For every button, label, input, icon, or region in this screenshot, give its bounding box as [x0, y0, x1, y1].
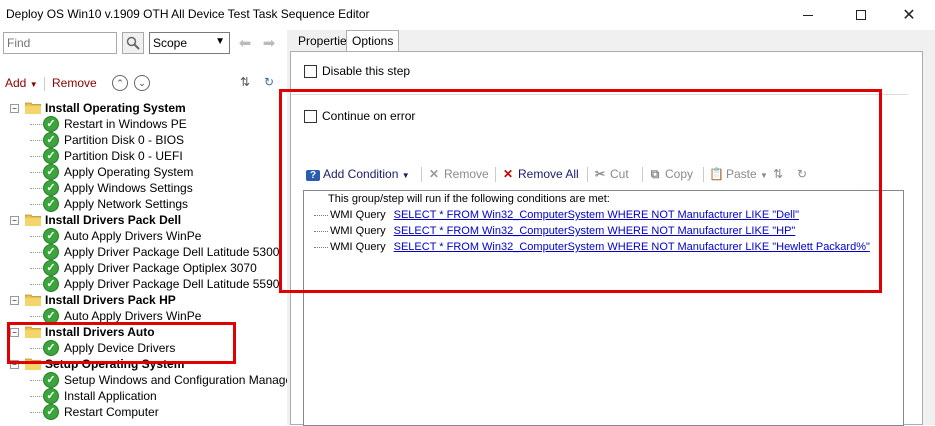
- tree-step[interactable]: ✓ Apply Driver Package Dell Latitude 5300: [0, 244, 287, 260]
- check-icon: ✓: [43, 404, 59, 420]
- check-icon: ✓: [43, 228, 59, 244]
- tree-step-label: Apply Network Settings: [64, 197, 189, 211]
- tree-connector: [30, 204, 42, 205]
- window-title: Deploy OS Win10 v.1909 OTH All Device Te…: [6, 7, 370, 21]
- tree-connector: [30, 412, 42, 413]
- left-pane: Scope ▼ ⬅ ➡ Add ▼ Remove ⌃ ⌄ ⇅ ↻ − Instal…: [0, 30, 296, 425]
- tree-step[interactable]: ✓ Install Application: [0, 388, 287, 404]
- scope-dropdown[interactable]: Scope ▼: [149, 32, 230, 54]
- check-icon: ✓: [43, 260, 59, 276]
- tree-connector: [30, 380, 42, 381]
- tree-step[interactable]: ✓ Auto Apply Drivers WinPe: [0, 228, 287, 244]
- check-icon: ✓: [43, 180, 59, 196]
- tab-options[interactable]: Options: [346, 30, 400, 52]
- collapse-icon[interactable]: −: [10, 296, 19, 305]
- tree-step-label: Partition Disk 0 - BIOS: [64, 133, 185, 147]
- tree-step[interactable]: ✓ Apply Operating System: [0, 164, 287, 180]
- tree-connector: [30, 284, 42, 285]
- tree-step[interactable]: ✓ Apply Driver Package Dell Latitude 5590: [0, 276, 287, 292]
- check-icon: ✓: [43, 164, 59, 180]
- tree-step-label: Apply Operating System: [64, 165, 194, 179]
- tree-group[interactable]: − Install Operating System: [0, 100, 287, 116]
- tree-step-label: Install Application: [64, 389, 157, 403]
- tree-step-label: Restart in Windows PE: [64, 117, 187, 131]
- check-icon: ✓: [43, 276, 59, 292]
- checkbox-label: Disable this step: [322, 64, 411, 78]
- check-icon: ✓: [43, 244, 59, 260]
- check-icon: ✓: [43, 196, 59, 212]
- check-icon: ✓: [43, 388, 59, 404]
- tree-connector: [30, 316, 42, 317]
- highlight-box: [7, 322, 236, 364]
- tree-step[interactable]: ✓ Apply Driver Package Optiplex 3070: [0, 260, 287, 276]
- properties-icon[interactable]: ⇅: [237, 75, 253, 91]
- check-icon: ✓: [43, 148, 59, 164]
- scope-value: Scope: [153, 36, 188, 50]
- collapse-icon[interactable]: −: [10, 216, 19, 225]
- tree-step[interactable]: ✓ Partition Disk 0 - BIOS: [0, 132, 287, 148]
- maximize-button[interactable]: [838, 0, 884, 30]
- title-bar: Deploy OS Win10 v.1909 OTH All Device Te…: [0, 0, 935, 30]
- tree-connector: [30, 396, 42, 397]
- tree-group[interactable]: − Install Drivers Pack Dell: [0, 212, 287, 228]
- forward-arrow-icon[interactable]: ➡: [259, 33, 279, 53]
- tree-group-label: Install Drivers Pack Dell: [45, 213, 182, 227]
- check-icon: ✓: [43, 372, 59, 388]
- tree-step-label: Apply Driver Package Dell Latitude 5590: [64, 277, 280, 291]
- tree-step[interactable]: ✓ Apply Windows Settings: [0, 180, 287, 196]
- tree-group-label: Install Drivers Pack HP: [45, 293, 176, 307]
- tree-step[interactable]: ✓ Partition Disk 0 - UEFI: [0, 148, 287, 164]
- add-label: Add: [5, 76, 27, 90]
- toolbar-divider: [44, 77, 45, 91]
- left-toolbar: Add ▼ Remove ⌃ ⌄ ⇅ ↻: [0, 72, 287, 94]
- tree-connector: [30, 140, 42, 141]
- minimize-icon: [803, 14, 813, 16]
- tree-connector: [30, 124, 42, 125]
- remove-button[interactable]: Remove: [52, 76, 97, 90]
- highlight-box: [279, 89, 882, 293]
- close-icon: ✕: [902, 7, 916, 24]
- tree-step-label: Restart Computer: [64, 405, 159, 419]
- check-icon: ✓: [43, 116, 59, 132]
- move-up-icon[interactable]: ⌃: [112, 75, 128, 91]
- collapse-icon[interactable]: −: [10, 104, 19, 113]
- folder-icon: [25, 102, 41, 114]
- tree-connector: [30, 252, 42, 253]
- back-arrow-icon[interactable]: ⬅: [235, 33, 255, 53]
- chevron-down-icon: ▼: [215, 36, 225, 47]
- add-menu-button[interactable]: Add ▼: [5, 76, 38, 90]
- tree-step[interactable]: ✓ Setup Windows and Configuration Manager: [0, 372, 296, 388]
- tree-connector: [30, 172, 42, 173]
- minimize-button[interactable]: [785, 0, 831, 30]
- tree-group-label: Install Operating System: [45, 101, 186, 115]
- tree-step-label: Apply Windows Settings: [64, 181, 193, 195]
- tree-group[interactable]: − Install Drivers Pack HP: [0, 292, 287, 308]
- refresh-icon[interactable]: ↻: [261, 75, 277, 91]
- tree-step-label: Auto Apply Drivers WinPe: [64, 229, 202, 243]
- tree-step-label: Setup Windows and Configuration Manager: [64, 373, 297, 387]
- checkbox-box[interactable]: [304, 65, 317, 78]
- tree-step-label: Apply Driver Package Optiplex 3070: [64, 261, 257, 275]
- move-down-icon[interactable]: ⌄: [134, 75, 150, 91]
- tree-step-label: Apply Driver Package Dell Latitude 5300: [64, 245, 280, 259]
- close-button[interactable]: ✕: [886, 0, 932, 30]
- chevron-down-icon: ▼: [29, 80, 38, 89]
- search-icon: [126, 36, 140, 50]
- find-button[interactable]: [122, 32, 144, 54]
- maximize-icon: [856, 10, 866, 20]
- check-icon: ✓: [43, 132, 59, 148]
- tree-step-label: Partition Disk 0 - UEFI: [64, 149, 183, 163]
- tree-step[interactable]: ✓ Apply Network Settings: [0, 196, 287, 212]
- folder-icon: [25, 214, 41, 226]
- tree-connector: [30, 156, 42, 157]
- right-pane: Properties Options Disable this step Con…: [279, 30, 935, 426]
- tree-step[interactable]: ✓ Restart Computer: [0, 404, 287, 420]
- tree-step[interactable]: ✓ Restart in Windows PE: [0, 116, 287, 132]
- tree-step-label: Auto Apply Drivers WinPe: [64, 309, 202, 323]
- find-input[interactable]: [3, 32, 117, 54]
- tree-connector: [30, 268, 42, 269]
- folder-icon: [25, 294, 41, 306]
- tree-connector: [30, 188, 42, 189]
- tree-connector: [30, 236, 42, 237]
